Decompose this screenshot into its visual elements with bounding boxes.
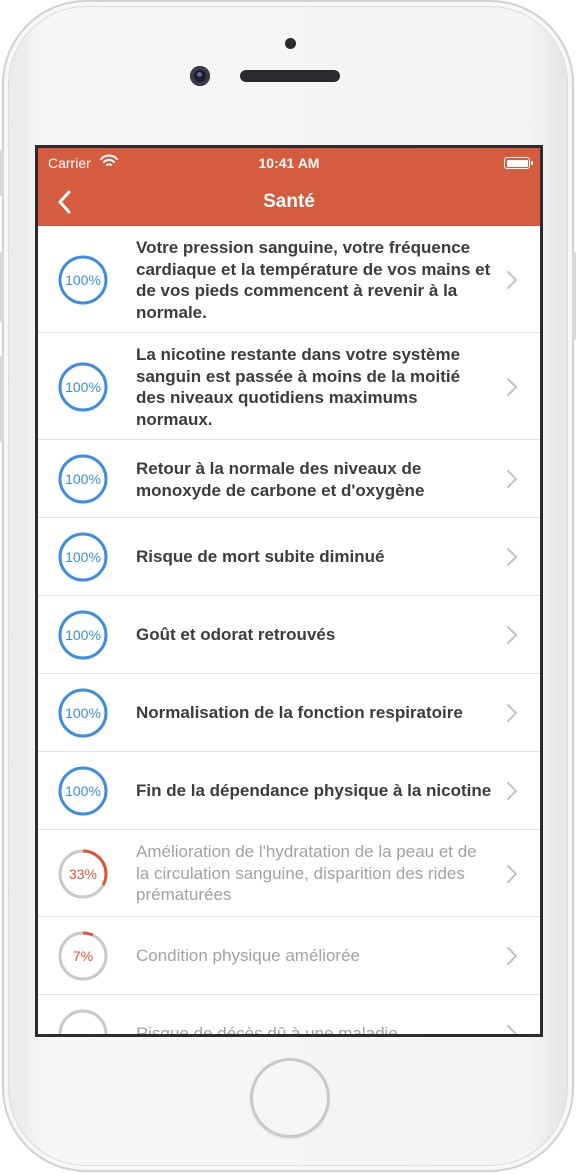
chevron-right-icon — [506, 270, 518, 290]
progress-ring: 100% — [58, 255, 108, 305]
progress-ring: 100% — [58, 766, 108, 816]
progress-percent: 7% — [72, 948, 94, 964]
chevron-right-icon — [506, 703, 518, 723]
health-milestone-list: 100% Votre pression sanguine, votre fréqu… — [38, 226, 540, 1034]
progress-percent: 100% — [65, 272, 101, 288]
progress-percent — [58, 1009, 108, 1034]
progress-percent: 33% — [68, 866, 98, 882]
progress-percent: 100% — [65, 783, 101, 799]
list-item[interactable]: 7% Condition physique améliorée — [38, 917, 540, 995]
list-item[interactable]: 100% Risque de mort subite diminué — [38, 518, 540, 596]
progress-ring: 7% — [58, 931, 108, 981]
progress-ring: 33% — [58, 849, 108, 899]
home-button[interactable] — [250, 1058, 330, 1138]
milestone-label: Goût et odorat retrouvés — [136, 625, 336, 644]
volume-up-button — [0, 252, 4, 322]
list-item[interactable]: 100% La nicotine restante dans votre syst… — [38, 333, 540, 440]
status-time: 10:41 AM — [258, 155, 320, 171]
list-item[interactable]: 33% Amélioration de l'hydratation de la p… — [38, 830, 540, 917]
progress-ring: 100% — [58, 688, 108, 738]
progress-percent: 100% — [65, 549, 101, 565]
chevron-right-icon — [506, 377, 518, 397]
progress-ring: 100% — [58, 454, 108, 504]
milestone-label: Normalisation de la fonction respiratoir… — [136, 703, 463, 722]
milestone-label: Amélioration de l'hydratation de la peau… — [136, 842, 477, 904]
progress-percent: 100% — [65, 471, 101, 487]
chevron-right-icon — [506, 1024, 518, 1034]
progress-ring: 100% — [58, 610, 108, 660]
volume-down-button — [0, 356, 4, 442]
navigation-bar: Santé — [38, 178, 540, 226]
list-item[interactable]: Risque de décès dû à une maladie — [38, 995, 540, 1034]
chevron-right-icon — [506, 781, 518, 801]
milestone-label: Retour à la normale des niveaux de monox… — [136, 459, 425, 500]
chevron-right-icon — [506, 547, 518, 567]
progress-percent: 100% — [65, 627, 101, 643]
chevron-right-icon — [506, 946, 518, 966]
progress-ring: 100% — [58, 362, 108, 412]
earpiece-speaker — [240, 70, 340, 82]
battery-icon — [504, 157, 533, 169]
milestone-label: Risque de mort subite diminué — [136, 547, 385, 566]
progress-ring — [58, 1009, 108, 1034]
chevron-right-icon — [506, 864, 518, 884]
progress-percent: 100% — [65, 379, 101, 395]
power-button — [572, 252, 576, 340]
list-item[interactable]: 100% Fin de la dépendance physique à la n… — [38, 752, 540, 830]
chevron-right-icon — [506, 625, 518, 645]
milestone-label: Fin de la dépendance physique à la nicot… — [136, 781, 492, 800]
proximity-sensor — [285, 38, 296, 49]
chevron-right-icon — [506, 469, 518, 489]
milestone-label: Condition physique améliorée — [136, 946, 360, 965]
milestone-label: Votre pression sanguine, votre fréquence… — [136, 238, 491, 322]
list-item[interactable]: 100% Retour à la normale des niveaux de m… — [38, 440, 540, 518]
progress-percent: 100% — [65, 705, 101, 721]
list-item[interactable]: 100% Goût et odorat retrouvés — [38, 596, 540, 674]
screen: Carrier 10:41 AM Santé 100% Votre pressio… — [38, 148, 540, 1034]
page-title: Santé — [263, 191, 315, 212]
list-item[interactable]: 100% Normalisation de la fonction respira… — [38, 674, 540, 752]
milestone-label: La nicotine restante dans votre système … — [136, 345, 461, 429]
mute-switch — [0, 150, 4, 196]
milestone-label: Risque de décès dû à une maladie — [136, 1024, 398, 1034]
status-bar: Carrier 10:41 AM — [38, 148, 540, 178]
progress-ring: 100% — [58, 532, 108, 582]
list-item[interactable]: 100% Votre pression sanguine, votre fréqu… — [38, 226, 540, 333]
front-camera — [190, 66, 210, 86]
